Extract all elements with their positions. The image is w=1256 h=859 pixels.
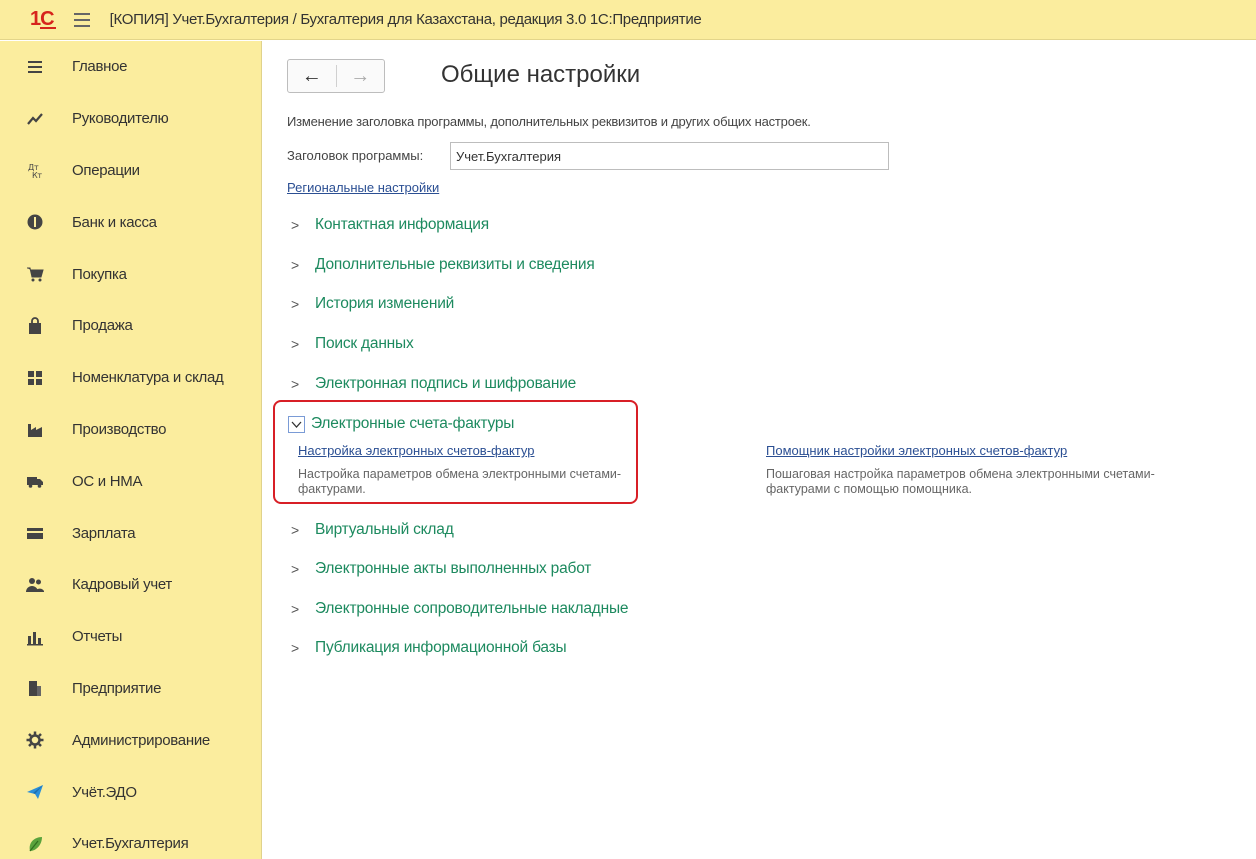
sidebar-item-fixed-assets[interactable]: ОС и НМА bbox=[0, 455, 261, 507]
section-additional-attributes[interactable]: > Дополнительные реквизиты и сведения bbox=[291, 256, 595, 274]
chevron-right-icon: > bbox=[291, 217, 299, 233]
menu-lines-icon bbox=[26, 58, 44, 76]
section-label: Электронные сопроводительные накладные bbox=[315, 600, 629, 617]
section-change-history[interactable]: > История изменений bbox=[291, 295, 454, 313]
section-waybills[interactable]: > Электронные сопроводительные накладные bbox=[291, 600, 629, 618]
sidebar-item-label: Кадровый учет bbox=[72, 576, 172, 594]
sidebar-item-label: Администрирование bbox=[72, 731, 210, 749]
e-invoice-wizard-description: Пошаговая настройка параметров обмена эл… bbox=[766, 467, 1155, 496]
e-invoice-wizard-link[interactable]: Помощник настройки электронных счетов-фа… bbox=[766, 443, 1067, 458]
coin-icon bbox=[26, 213, 44, 231]
chevron-right-icon: > bbox=[291, 376, 299, 392]
forward-button[interactable]: → bbox=[337, 60, 385, 92]
program-title-input[interactable] bbox=[450, 142, 889, 170]
hamburger-menu-icon[interactable] bbox=[73, 12, 90, 27]
chevron-right-icon: > bbox=[291, 296, 299, 312]
page-description: Изменение заголовка программы, дополните… bbox=[287, 114, 811, 129]
page-title: Общие настройки bbox=[441, 61, 641, 88]
sidebar-item-manager[interactable]: Руководителю bbox=[0, 93, 261, 145]
chevron-right-icon: > bbox=[291, 336, 299, 352]
sidebar-item-label: Зарплата bbox=[72, 524, 136, 542]
section-label: Электронные акты выполненных работ bbox=[315, 560, 592, 577]
sidebar-item-label: Покупка bbox=[72, 265, 127, 283]
sidebar-item-purchase[interactable]: Покупка bbox=[0, 248, 261, 300]
bar-chart-icon bbox=[26, 628, 44, 646]
section-label: Дополнительные реквизиты и сведения bbox=[315, 256, 595, 273]
sidebar-item-operations[interactable]: Дт Кт Операции bbox=[0, 145, 261, 197]
app-logo[interactable]: 1С bbox=[30, 8, 56, 31]
sidebar-item-reports[interactable]: Отчеты bbox=[0, 611, 261, 663]
sidebar-item-label: Банк и касса bbox=[72, 213, 157, 231]
section-label: Поиск данных bbox=[315, 335, 414, 352]
program-title-label: Заголовок программы: bbox=[287, 148, 424, 163]
chevron-right-icon: > bbox=[291, 561, 299, 577]
sidebar-item-label: Производство bbox=[72, 420, 167, 438]
section-contact-info[interactable]: > Контактная информация bbox=[291, 216, 489, 234]
sidebar-item-production[interactable]: Производство bbox=[0, 404, 261, 456]
chevron-right-icon: > bbox=[291, 257, 299, 273]
sidebar-item-accounting[interactable]: Учет.Бухгалтерия bbox=[0, 818, 261, 859]
truck-icon bbox=[26, 472, 44, 490]
sidebar-item-label: Операции bbox=[72, 161, 140, 179]
cart-icon bbox=[26, 265, 44, 283]
paper-plane-icon bbox=[26, 783, 44, 801]
gear-icon bbox=[26, 731, 44, 749]
section-infobase-publication[interactable]: > Публикация информационной базы bbox=[291, 639, 567, 657]
e-invoice-settings-link[interactable]: Настройка электронных счетов-фактур bbox=[298, 443, 534, 458]
sidebar-item-sales[interactable]: Продажа bbox=[0, 300, 261, 352]
section-data-search[interactable]: > Поиск данных bbox=[291, 335, 414, 353]
sidebar-item-label: Учёт.ЭДО bbox=[72, 783, 137, 801]
sidebar-item-salary[interactable]: Зарплата bbox=[0, 507, 261, 559]
sidebar-item-label: Номенклатура и склад bbox=[72, 369, 224, 387]
sidebar: Главное Руководителю Дт Кт Операции Банк … bbox=[0, 41, 262, 859]
section-e-invoices[interactable]: Электронные счета-фактуры bbox=[288, 415, 514, 433]
chevron-right-icon: > bbox=[291, 601, 299, 617]
wallet-icon bbox=[26, 524, 44, 542]
sidebar-item-label: ОС и НМА bbox=[72, 472, 143, 490]
sidebar-item-label: Продажа bbox=[72, 317, 133, 335]
chevron-down-icon bbox=[288, 415, 305, 433]
sidebar-item-enterprise[interactable]: Предприятие bbox=[0, 663, 261, 715]
sidebar-item-label: Учет.Бухгалтерия bbox=[72, 835, 189, 853]
warehouse-grid-icon bbox=[26, 369, 44, 387]
sidebar-item-label: Предприятие bbox=[72, 679, 162, 697]
svg-text:Кт: Кт bbox=[32, 171, 42, 179]
section-virtual-warehouse[interactable]: > Виртуальный склад bbox=[291, 521, 454, 539]
chevron-right-icon: > bbox=[291, 522, 299, 538]
building-icon bbox=[26, 679, 44, 697]
regional-settings-link[interactable]: Региональные настройки bbox=[287, 180, 439, 195]
sidebar-item-administration[interactable]: Администрирование bbox=[0, 714, 261, 766]
chevron-right-icon: > bbox=[291, 640, 299, 656]
window-title: [КОПИЯ] Учет.Бухгалтерия / Бухгалтерия д… bbox=[109, 11, 702, 28]
shopping-bag-icon bbox=[26, 317, 44, 335]
trend-chart-icon bbox=[26, 110, 44, 128]
section-label: Электронная подпись и шифрование bbox=[315, 375, 577, 392]
people-icon bbox=[26, 576, 44, 594]
factory-icon bbox=[26, 420, 44, 438]
back-button[interactable]: ← bbox=[288, 60, 336, 92]
debit-credit-icon: Дт Кт bbox=[26, 161, 44, 179]
title-bar: 1С [КОПИЯ] Учет.Бухгалтерия / Бухгалтери… bbox=[0, 0, 1256, 40]
section-digital-signature[interactable]: > Электронная подпись и шифрование bbox=[291, 375, 576, 393]
section-label: Виртуальный склад bbox=[315, 521, 454, 538]
sidebar-item-hr[interactable]: Кадровый учет bbox=[0, 559, 261, 611]
sidebar-item-edo[interactable]: Учёт.ЭДО bbox=[0, 766, 261, 818]
sidebar-item-nomenclature[interactable]: Номенклатура и склад bbox=[0, 352, 261, 404]
section-label: Контактная информация bbox=[315, 216, 489, 233]
section-label: Электронные счета-фактуры bbox=[311, 415, 515, 432]
leaf-icon bbox=[26, 835, 44, 853]
sidebar-item-label: Отчеты bbox=[72, 628, 123, 646]
sidebar-item-label: Главное bbox=[72, 58, 128, 76]
section-label: История изменений bbox=[315, 295, 455, 312]
sidebar-item-main[interactable]: Главное bbox=[0, 41, 261, 93]
sidebar-item-label: Руководителю bbox=[72, 110, 169, 128]
section-work-acts[interactable]: > Электронные акты выполненных работ bbox=[291, 560, 591, 578]
history-nav: ← → bbox=[287, 59, 385, 93]
main-panel: ← → Общие настройки Изменение заголовка … bbox=[263, 41, 1256, 859]
e-invoice-settings-description: Настройка параметров обмена электронными… bbox=[298, 467, 622, 496]
sidebar-item-bank[interactable]: Банк и касса bbox=[0, 196, 261, 248]
section-label: Публикация информационной базы bbox=[315, 639, 567, 656]
